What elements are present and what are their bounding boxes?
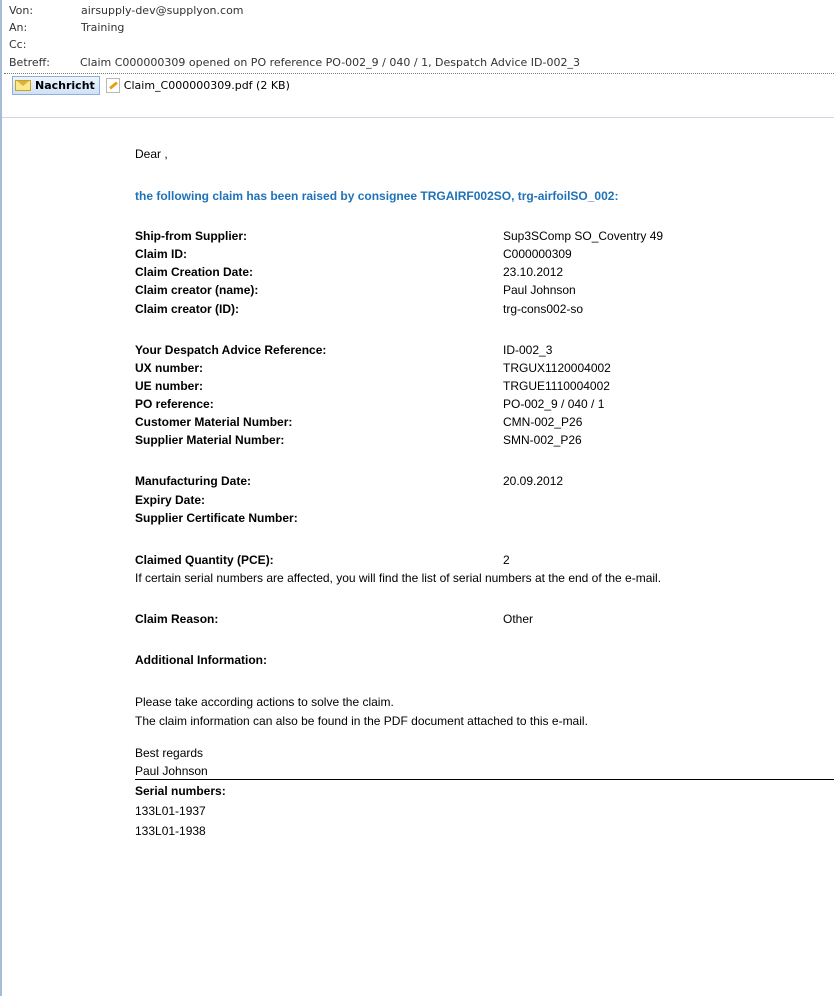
field-label: Supplier Material Number:	[135, 433, 285, 447]
field-label: Claim Creation Date:	[135, 265, 254, 279]
header-spacer	[2, 96, 834, 118]
left-border	[0, 118, 4, 996]
field-value: ID-002_3	[503, 343, 553, 357]
field-label: Claim creator (name):	[135, 283, 259, 297]
pdf-icon	[105, 77, 120, 93]
additional-info-label: Additional Information:	[135, 653, 267, 667]
field-label: Your Despatch Advice Reference:	[135, 343, 327, 357]
serials-label: Serial numbers:	[135, 784, 226, 798]
regards: Best regards	[135, 746, 204, 760]
reason-label: Claim Reason:	[135, 612, 219, 626]
signature: Paul Johnson	[135, 764, 208, 778]
serial-number: 133L01-1937	[135, 804, 206, 818]
field-label: Manufacturing Date:	[135, 474, 252, 488]
attachment-bar: Nachricht Claim_C000000309.pdf (2 KB)	[4, 74, 834, 96]
field-label: PO reference:	[135, 397, 214, 411]
signature-divider	[135, 779, 834, 780]
field-value: 20.09.2012	[503, 474, 564, 488]
action-line-1: Please take according actions to solve t…	[135, 695, 394, 709]
field-label: Expiry Date:	[135, 493, 206, 507]
field-label: UE number:	[135, 379, 204, 393]
field-label: Claim creator (ID):	[135, 302, 240, 316]
intro-text: the following claim has been raised by c…	[135, 189, 619, 203]
field-value: SMN-002_P26	[503, 433, 582, 447]
action-line-2: The claim information can also be found …	[135, 714, 588, 728]
message-tab-label: Nachricht	[35, 78, 95, 92]
subject-label: Betreff:	[9, 56, 50, 69]
field-label: UX number:	[135, 361, 204, 375]
claimed-qty-value: 2	[503, 553, 510, 567]
field-value: trg-cons002-so	[503, 302, 584, 316]
field-value: TRGUX1120004002	[503, 361, 611, 375]
to-value[interactable]: Training	[81, 20, 124, 36]
message-tab[interactable]: Nachricht	[12, 75, 100, 95]
from-label: Von:	[9, 4, 34, 17]
cc-label: Cc:	[9, 38, 27, 51]
greeting: Dear ,	[135, 147, 168, 161]
from-value[interactable]: airsupply-dev@supplyon.com	[81, 3, 244, 19]
field-value: Paul Johnson	[503, 283, 576, 297]
reason-value: Other	[503, 612, 534, 626]
field-value: 23.10.2012	[503, 265, 564, 279]
field-value: TRGUE1110004002	[503, 379, 610, 393]
attachment-file[interactable]: Claim_C000000309.pdf (2 KB)	[105, 76, 290, 95]
subject-value: Claim C000000309 opened on PO reference …	[80, 56, 580, 69]
serial-number: 133L01-1938	[135, 824, 206, 838]
serial-note: If certain serial numbers are affected, …	[135, 571, 662, 585]
field-label: Customer Material Number:	[135, 415, 293, 429]
message-body: Dear , the following claim has been rais…	[0, 0, 834, 996]
field-label: Ship-from Supplier:	[135, 229, 247, 243]
field-value: Sup3SComp SO_Coventry 49	[503, 229, 664, 243]
field-value: PO-002_9 / 040 / 1	[503, 397, 605, 411]
message-header: Von: airsupply-dev@supplyon.com An: Trai…	[0, 0, 834, 118]
field-label: Claim ID:	[135, 247, 188, 261]
attachment-name: Claim_C000000309.pdf (2 KB)	[123, 78, 290, 92]
to-label: An:	[9, 21, 28, 34]
field-value: CMN-002_P26	[503, 415, 583, 429]
claimed-qty-label: Claimed Quantity (PCE):	[135, 553, 274, 567]
envelope-icon	[15, 79, 31, 91]
field-value: C000000309	[503, 247, 572, 261]
field-label: Supplier Certificate Number:	[135, 511, 298, 525]
